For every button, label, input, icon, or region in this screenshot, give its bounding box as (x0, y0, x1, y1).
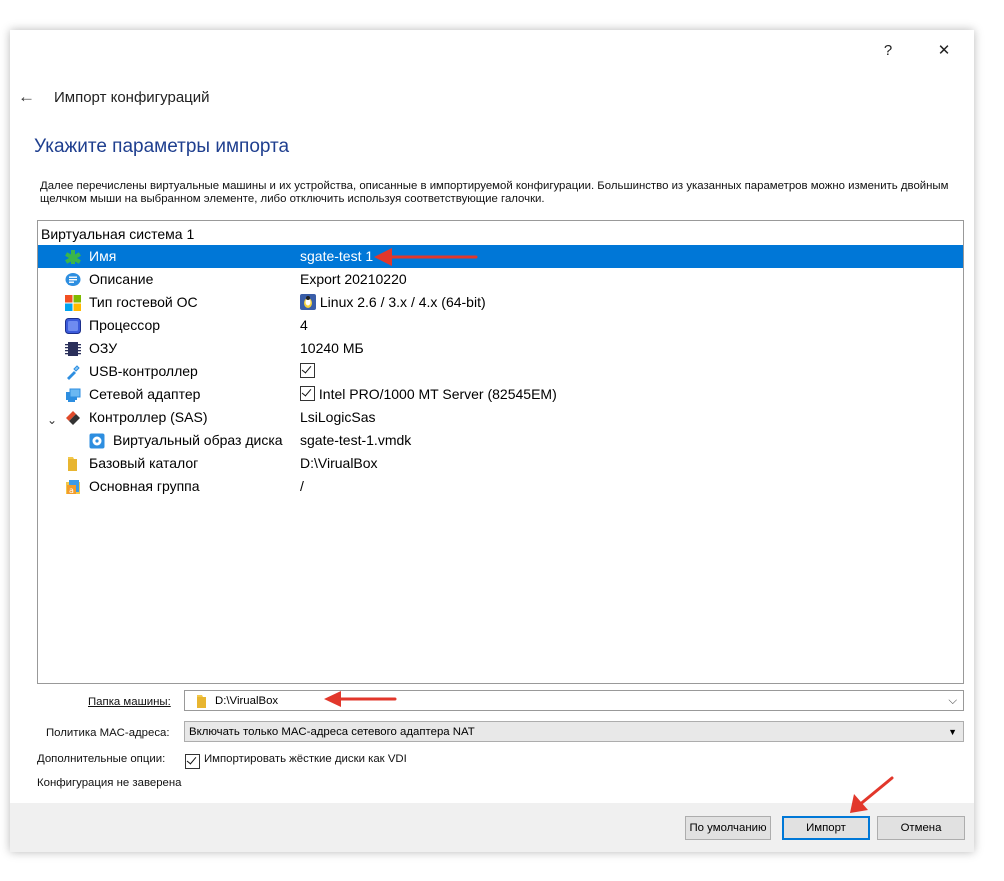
dialog-title: Импорт конфигураций (54, 89, 210, 106)
help-button[interactable]: ? (868, 39, 908, 63)
import-vdi-checkbox[interactable] (185, 754, 200, 769)
tree-row-storage-controller[interactable]: ⌄ Контроллер (SAS) LsiLogicSas (38, 406, 963, 429)
defaults-button[interactable]: По умолчанию (685, 816, 771, 840)
annotation-arrow-icon (374, 248, 478, 266)
group-icon: a (66, 480, 80, 495)
tree-row-label: Тип гостевой ОС (89, 294, 198, 310)
description-icon (65, 273, 81, 286)
import-button[interactable]: Импорт (782, 816, 870, 840)
tree-row-disk-image[interactable]: Виртуальный образ диска sgate-test-1.vmd… (38, 429, 963, 452)
tree-row-label: Базовый каталог (89, 455, 199, 471)
tree-row-os-type[interactable]: Тип гостевой ОС Linux 2.6 / 3.x / 4.x (6… (38, 291, 963, 314)
tree-row-value-wrap: Intel PRO/1000 MT Server (82545EM) (300, 383, 557, 406)
tree-row-name[interactable]: Имя sgate-test 1 (38, 245, 963, 268)
disk-image-icon (89, 433, 105, 449)
tree-row-value: LsiLogicSas (300, 409, 376, 425)
appliance-tree[interactable]: Виртуальная система 1 Имя sgate-test 1 О… (37, 220, 964, 684)
tree-row-value: 4 (300, 317, 308, 333)
tree-row-label: Сетевой адаптер (89, 386, 201, 402)
tree-row-value: Linux 2.6 / 3.x / 4.x (64-bit) (319, 294, 486, 310)
signature-status: Конфигурация не заверена (37, 777, 182, 789)
tree-row-base-folder[interactable]: Базовый каталог D:\VirualBox (38, 452, 963, 475)
tree-row-network[interactable]: Сетевой адаптер Intel PRO/1000 MT Server… (38, 383, 963, 406)
tree-row-group[interactable]: a Основная группа / (38, 475, 963, 498)
import-dialog: ? ✕ ← Импорт конфигураций Укажите параме… (10, 30, 974, 852)
extra-options-label: Дополнительные опции: (37, 753, 166, 765)
tree-row-label: Процессор (89, 317, 161, 333)
back-arrow-icon[interactable]: ← (18, 87, 35, 107)
tree-row-label: Виртуальный образ диска (113, 432, 283, 448)
mac-policy-value: Включать только MAC-адреса сетевого адап… (189, 726, 475, 738)
annotation-arrow-icon (324, 691, 397, 707)
machine-folder-combo[interactable]: D:\VirualBox ⌵ (184, 690, 964, 711)
tree-row-usb[interactable]: USB-контроллер (38, 360, 963, 383)
network-icon (66, 388, 81, 402)
cancel-button[interactable]: Отмена (877, 816, 965, 840)
annotation-arrow-icon (850, 776, 894, 813)
machine-folder-value: D:\VirualBox (215, 695, 279, 707)
tree-row-label: Имя (89, 248, 117, 264)
tree-row-value: sgate-test 1 (300, 248, 374, 264)
tree-row-value: 10240 МБ (300, 340, 364, 356)
tree-row-value: Export 20210220 (300, 271, 407, 287)
cpu-icon (65, 318, 81, 334)
tree-row-label: USB-контроллер (89, 363, 198, 379)
tree-row-value: sgate-test-1.vmdk (300, 432, 412, 448)
mac-policy-combo[interactable]: Включать только MAC-адреса сетевого адап… (184, 721, 964, 742)
tree-row-label: Описание (89, 271, 154, 287)
tree-row-value: D:\VirualBox (300, 455, 378, 471)
dropdown-arrow-icon[interactable]: ▼ (948, 722, 957, 743)
svg-text:a: a (69, 486, 74, 495)
folder-icon (68, 457, 77, 471)
machine-folder-label: Папка машины: (88, 696, 171, 708)
tree-row-cpu[interactable]: Процессор 4 (38, 314, 963, 337)
vm-name-icon (65, 250, 81, 264)
tree-row-value-wrap: Linux 2.6 / 3.x / 4.x (64-bit) (300, 291, 486, 314)
folder-icon (197, 695, 206, 708)
page-description: Далее перечислены виртуальные машины и и… (40, 180, 949, 205)
ram-icon (65, 342, 81, 356)
import-vdi-label[interactable]: Импортировать жёсткие диски как VDI (204, 753, 407, 765)
tree-row-value: Intel PRO/1000 MT Server (82545EM) (318, 386, 557, 402)
page-heading: Укажите параметры импорта (34, 136, 290, 157)
storage-controller-icon (66, 411, 80, 425)
tree-group-label: Виртуальная система 1 (41, 226, 195, 242)
tree-row-label: ОЗУ (89, 340, 118, 356)
mac-policy-label: Политика MAC-адреса: (46, 727, 170, 739)
tree-row-value: / (300, 478, 304, 494)
os-type-icon (65, 295, 81, 311)
usb-icon (67, 365, 80, 380)
linux-os-icon (300, 294, 316, 310)
tree-row-label: Основная группа (89, 478, 200, 494)
tree-row-description[interactable]: Описание Export 20210220 (38, 268, 963, 291)
close-button[interactable]: ✕ (924, 39, 964, 63)
network-checkbox[interactable] (300, 385, 315, 401)
tree-row-label: Контроллер (SAS) (89, 409, 208, 425)
usb-checkbox[interactable] (300, 360, 315, 383)
chevron-down-icon[interactable]: ⌵ (948, 691, 957, 712)
tree-row-ram[interactable]: ОЗУ 10240 МБ (38, 337, 963, 360)
